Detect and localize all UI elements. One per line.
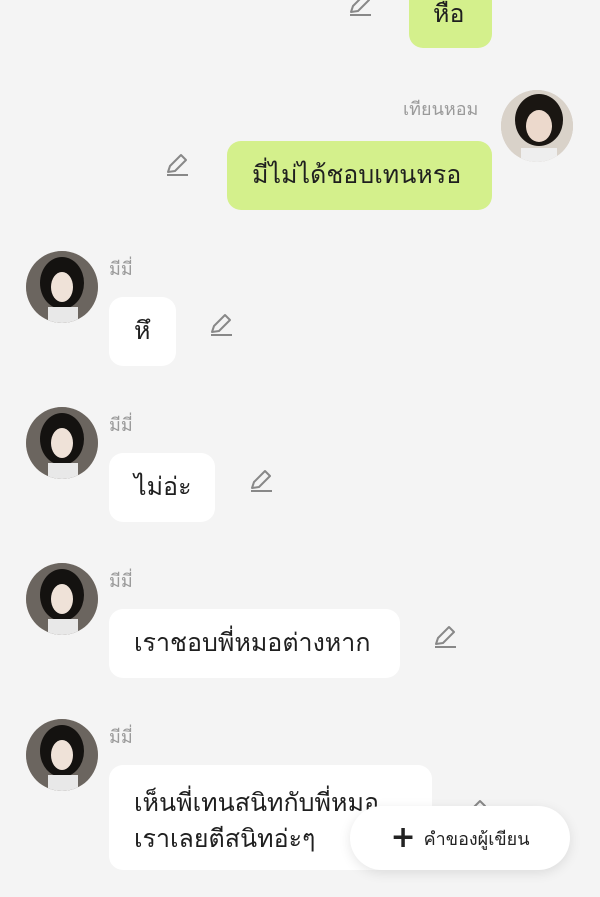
message-text: มี่ไม่ได้ชอบเทนหรอ [252, 160, 462, 189]
message-bubble[interactable]: มี่ไม่ได้ชอบเทนหรอ [227, 141, 492, 210]
avatar[interactable] [26, 251, 98, 323]
message-bubble[interactable]: เราชอบพี่หมอต่างหาก [109, 609, 400, 678]
edit-icon[interactable] [207, 310, 235, 338]
message-text: หึ [134, 316, 151, 345]
sender-name: มีมี่ [109, 415, 133, 436]
author-note-label: คำของผู้เขียน [423, 828, 530, 850]
message-text: เราชอบพี่หมอต่างหาก [134, 628, 371, 657]
plus-icon: + [390, 820, 416, 855]
avatar[interactable] [26, 563, 98, 635]
edit-icon[interactable] [163, 150, 191, 178]
avatar[interactable] [26, 719, 98, 791]
sender-name: มีมี่ [109, 571, 133, 592]
sender-name: มีมี่ [109, 259, 133, 280]
message-text: หือ [433, 0, 465, 28]
sender-name: มีมี่ [109, 727, 133, 748]
edit-icon[interactable] [247, 466, 275, 494]
message-text: ไม่อ่ะ [134, 472, 192, 501]
message-bubble[interactable]: ไม่อ่ะ [109, 453, 215, 522]
author-note-button[interactable]: + คำของผู้เขียน [350, 806, 570, 870]
message-bubble[interactable]: หือ [409, 0, 492, 48]
avatar[interactable] [26, 407, 98, 479]
avatar[interactable] [501, 90, 573, 162]
edit-icon[interactable] [431, 622, 459, 650]
sender-name: เทียนหอม [403, 99, 479, 120]
message-bubble[interactable]: หึ [109, 297, 176, 366]
chat-thread: หือ เทียนหอม มี่ไม่ได้ชอบเทนหรอ มีมี่ หึ [0, 0, 600, 897]
edit-icon[interactable] [346, 0, 374, 18]
